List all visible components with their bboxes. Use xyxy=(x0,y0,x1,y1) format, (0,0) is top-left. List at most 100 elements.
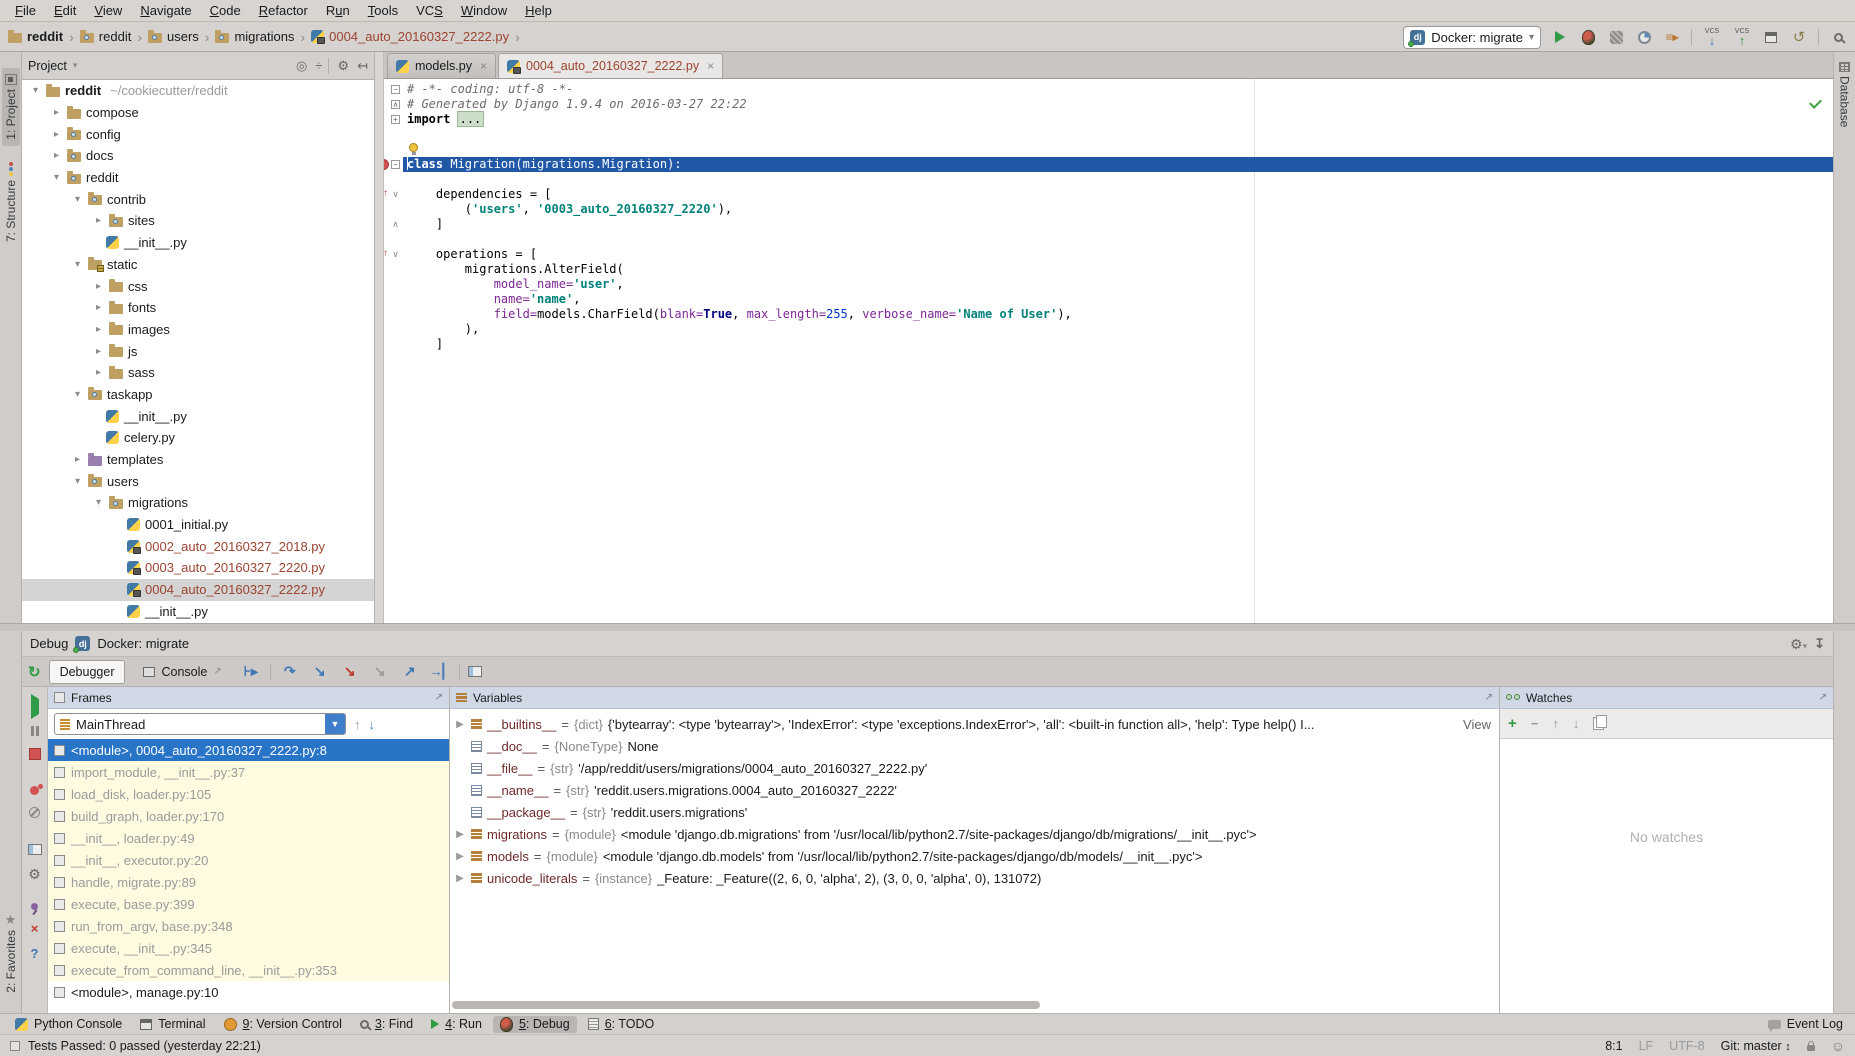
chevron-down-icon[interactable]: ▾ xyxy=(51,172,62,183)
close-icon[interactable]: × xyxy=(31,922,39,935)
code-line[interactable] xyxy=(375,172,1833,187)
previous-frame-icon[interactable]: ↑ xyxy=(354,717,361,732)
help-icon[interactable]: ? xyxy=(31,947,39,960)
code-line[interactable]: field=models.CharField(blank=True, max_l… xyxy=(375,307,1833,322)
encoding-widget[interactable]: UTF-8 xyxy=(1669,1039,1704,1053)
tool-stripe-database[interactable]: Database xyxy=(1836,56,1854,133)
collapse-all-icon[interactable]: ÷ xyxy=(315,58,322,73)
breadcrumb-item[interactable]: reddit xyxy=(8,29,63,44)
show-changes-button[interactable] xyxy=(1762,28,1780,46)
tool-window-button-terminal[interactable]: Terminal xyxy=(133,1016,212,1032)
pin-icon[interactable] xyxy=(31,903,38,910)
variable-row[interactable]: ▶migrations={module}<module 'django.db.m… xyxy=(450,823,1499,845)
read-only-lock-icon[interactable] xyxy=(1807,1045,1815,1051)
chevron-right-icon[interactable]: ▸ xyxy=(93,302,104,313)
menu-navigate[interactable]: Navigate xyxy=(131,1,200,20)
editor-tab-0004-auto[interactable]: 0004_auto_20160327_2222.py × xyxy=(498,53,723,78)
tree-item--init-py[interactable]: __init__.py xyxy=(22,232,374,254)
frame-row[interactable]: import_module, __init__.py:37 xyxy=(48,761,449,783)
chevron-down-icon[interactable]: ▾ xyxy=(72,259,83,270)
chevron-right-icon[interactable]: ▸ xyxy=(93,367,104,378)
chevron-down-icon[interactable]: ▾ xyxy=(30,85,41,96)
frame-row[interactable]: load_disk, loader.py:105 xyxy=(48,783,449,805)
frame-row[interactable]: run_from_argv, base.py:348 xyxy=(48,915,449,937)
code-line[interactable]: ('users', '0003_auto_20160327_2220'), xyxy=(375,202,1833,217)
show-execution-point-icon[interactable]: ⊦▸ xyxy=(240,663,262,680)
chevron-right-icon[interactable]: ▸ xyxy=(51,129,62,140)
move-up-icon[interactable]: ↑ xyxy=(1552,716,1559,731)
settings-gear-icon[interactable]: ⚙ xyxy=(28,867,41,881)
vcs-update-button[interactable]: VCS↓ xyxy=(1702,28,1722,47)
step-out-icon[interactable]: ↗ xyxy=(399,663,421,680)
gear-icon[interactable]: ⚙ xyxy=(337,59,349,72)
variable-row[interactable]: __package__={str}'reddit.users.migration… xyxy=(450,801,1499,823)
tab-console[interactable]: Console ↗ xyxy=(133,661,231,683)
hide-panel-icon[interactable]: ↤ xyxy=(357,58,368,74)
run-configuration-selector[interactable]: dj Docker: migrate ▾ xyxy=(1403,26,1541,49)
expand-arrow-icon[interactable]: ▶ xyxy=(454,873,466,884)
horizontal-splitter[interactable] xyxy=(0,623,1855,631)
menu-run[interactable]: Run xyxy=(317,1,359,20)
menu-edit[interactable]: Edit xyxy=(45,1,85,20)
view-breakpoints-icon[interactable] xyxy=(30,786,39,795)
frame-row[interactable]: handle, migrate.py:89 xyxy=(48,871,449,893)
chevron-right-icon[interactable]: ▸ xyxy=(51,107,62,118)
caret-position-widget[interactable]: 8:1 xyxy=(1605,1039,1622,1053)
fold-marker-icon[interactable]: ∨ xyxy=(391,250,400,259)
frame-row[interactable]: <module>, 0004_auto_20160327_2222.py:8 xyxy=(48,739,449,761)
tool-stripe-structure[interactable]: 7: Structure xyxy=(2,156,20,248)
tree-item-compose[interactable]: ▸compose xyxy=(22,102,374,124)
close-icon[interactable]: × xyxy=(707,59,714,73)
tree-item-0003-auto-20160327-2220-py[interactable]: 0003_auto_20160327_2220.py xyxy=(22,557,374,579)
code-line[interactable]: name='name', xyxy=(375,292,1833,307)
frame-row[interactable]: execute, __init__.py:345 xyxy=(48,937,449,959)
fold-marker-icon[interactable]: − xyxy=(391,160,400,169)
code-line[interactable] xyxy=(375,127,1833,142)
menu-refactor[interactable]: Refactor xyxy=(250,1,317,20)
fold-marker-icon[interactable]: + xyxy=(391,115,400,124)
code-line[interactable]: ∧ ] xyxy=(375,217,1833,232)
code-line[interactable] xyxy=(375,232,1833,247)
next-frame-icon[interactable]: ↓ xyxy=(369,717,376,732)
menu-vcs[interactable]: VCS xyxy=(407,1,452,20)
expand-arrow-icon[interactable]: ▶ xyxy=(454,851,466,862)
variable-row[interactable]: __name__={str}'reddit.users.migrations.0… xyxy=(450,779,1499,801)
chevron-down-icon[interactable]: ▾ xyxy=(72,476,83,487)
code-line[interactable]: model_name='user', xyxy=(375,277,1833,292)
tab-debugger[interactable]: Debugger xyxy=(49,660,126,684)
chevron-right-icon[interactable]: ▸ xyxy=(93,346,104,357)
tree-item-docs[interactable]: ▸docs xyxy=(22,145,374,167)
variable-row[interactable]: ▶unicode_literals={instance}_Feature: _F… xyxy=(450,867,1499,889)
chevron-down-icon[interactable]: ▾ xyxy=(93,497,104,508)
variable-row[interactable]: __file__={str}'/app/reddit/users/migrati… xyxy=(450,757,1499,779)
layout-icon[interactable] xyxy=(28,844,42,855)
frame-row[interactable]: <module>, manage.py:10 xyxy=(48,981,449,1003)
step-into-my-code-icon[interactable]: ↘ xyxy=(369,663,391,680)
menu-view[interactable]: View xyxy=(85,1,131,20)
resume-icon[interactable] xyxy=(31,699,39,714)
locate-file-icon[interactable]: ◎ xyxy=(296,58,307,74)
code-line[interactable]: ), xyxy=(375,322,1833,337)
frame-row[interactable]: execute, base.py:399 xyxy=(48,893,449,915)
event-log-button[interactable]: Event Log xyxy=(1768,1017,1847,1031)
restore-layout-icon[interactable] xyxy=(468,666,482,677)
breadcrumb-item[interactable]: users xyxy=(148,29,199,44)
search-everywhere-button[interactable] xyxy=(1829,28,1847,46)
fold-marker-icon[interactable]: ∨ xyxy=(391,190,400,199)
expand-arrow-icon[interactable]: ▶ xyxy=(454,829,466,840)
rollback-button[interactable]: ↺ xyxy=(1790,28,1808,46)
code-editor[interactable]: −# -*- coding: utf-8 -*-∧# Generated by … xyxy=(375,79,1833,623)
force-step-into-icon[interactable]: ↘ xyxy=(339,663,361,680)
tree-item-0002-auto-20160327-2018-py[interactable]: 0002_auto_20160327_2018.py xyxy=(22,535,374,557)
thread-selector[interactable]: MainThread ▼ xyxy=(54,713,346,735)
tool-window-button-6-todo[interactable]: 6: TODO xyxy=(581,1016,662,1032)
tree-item-reddit[interactable]: ▾reddit xyxy=(22,167,374,189)
tool-window-button-python-console[interactable]: Python Console xyxy=(8,1016,129,1032)
profiler-button[interactable] xyxy=(1635,28,1653,46)
debug-button[interactable] xyxy=(1579,28,1597,46)
tree-item-css[interactable]: ▸css xyxy=(22,275,374,297)
frame-row[interactable]: __init__, executor.py:20 xyxy=(48,849,449,871)
tree-item-celery-py[interactable]: celery.py xyxy=(22,427,374,449)
close-icon[interactable]: × xyxy=(480,59,487,73)
chevron-right-icon[interactable]: ▸ xyxy=(72,454,83,465)
